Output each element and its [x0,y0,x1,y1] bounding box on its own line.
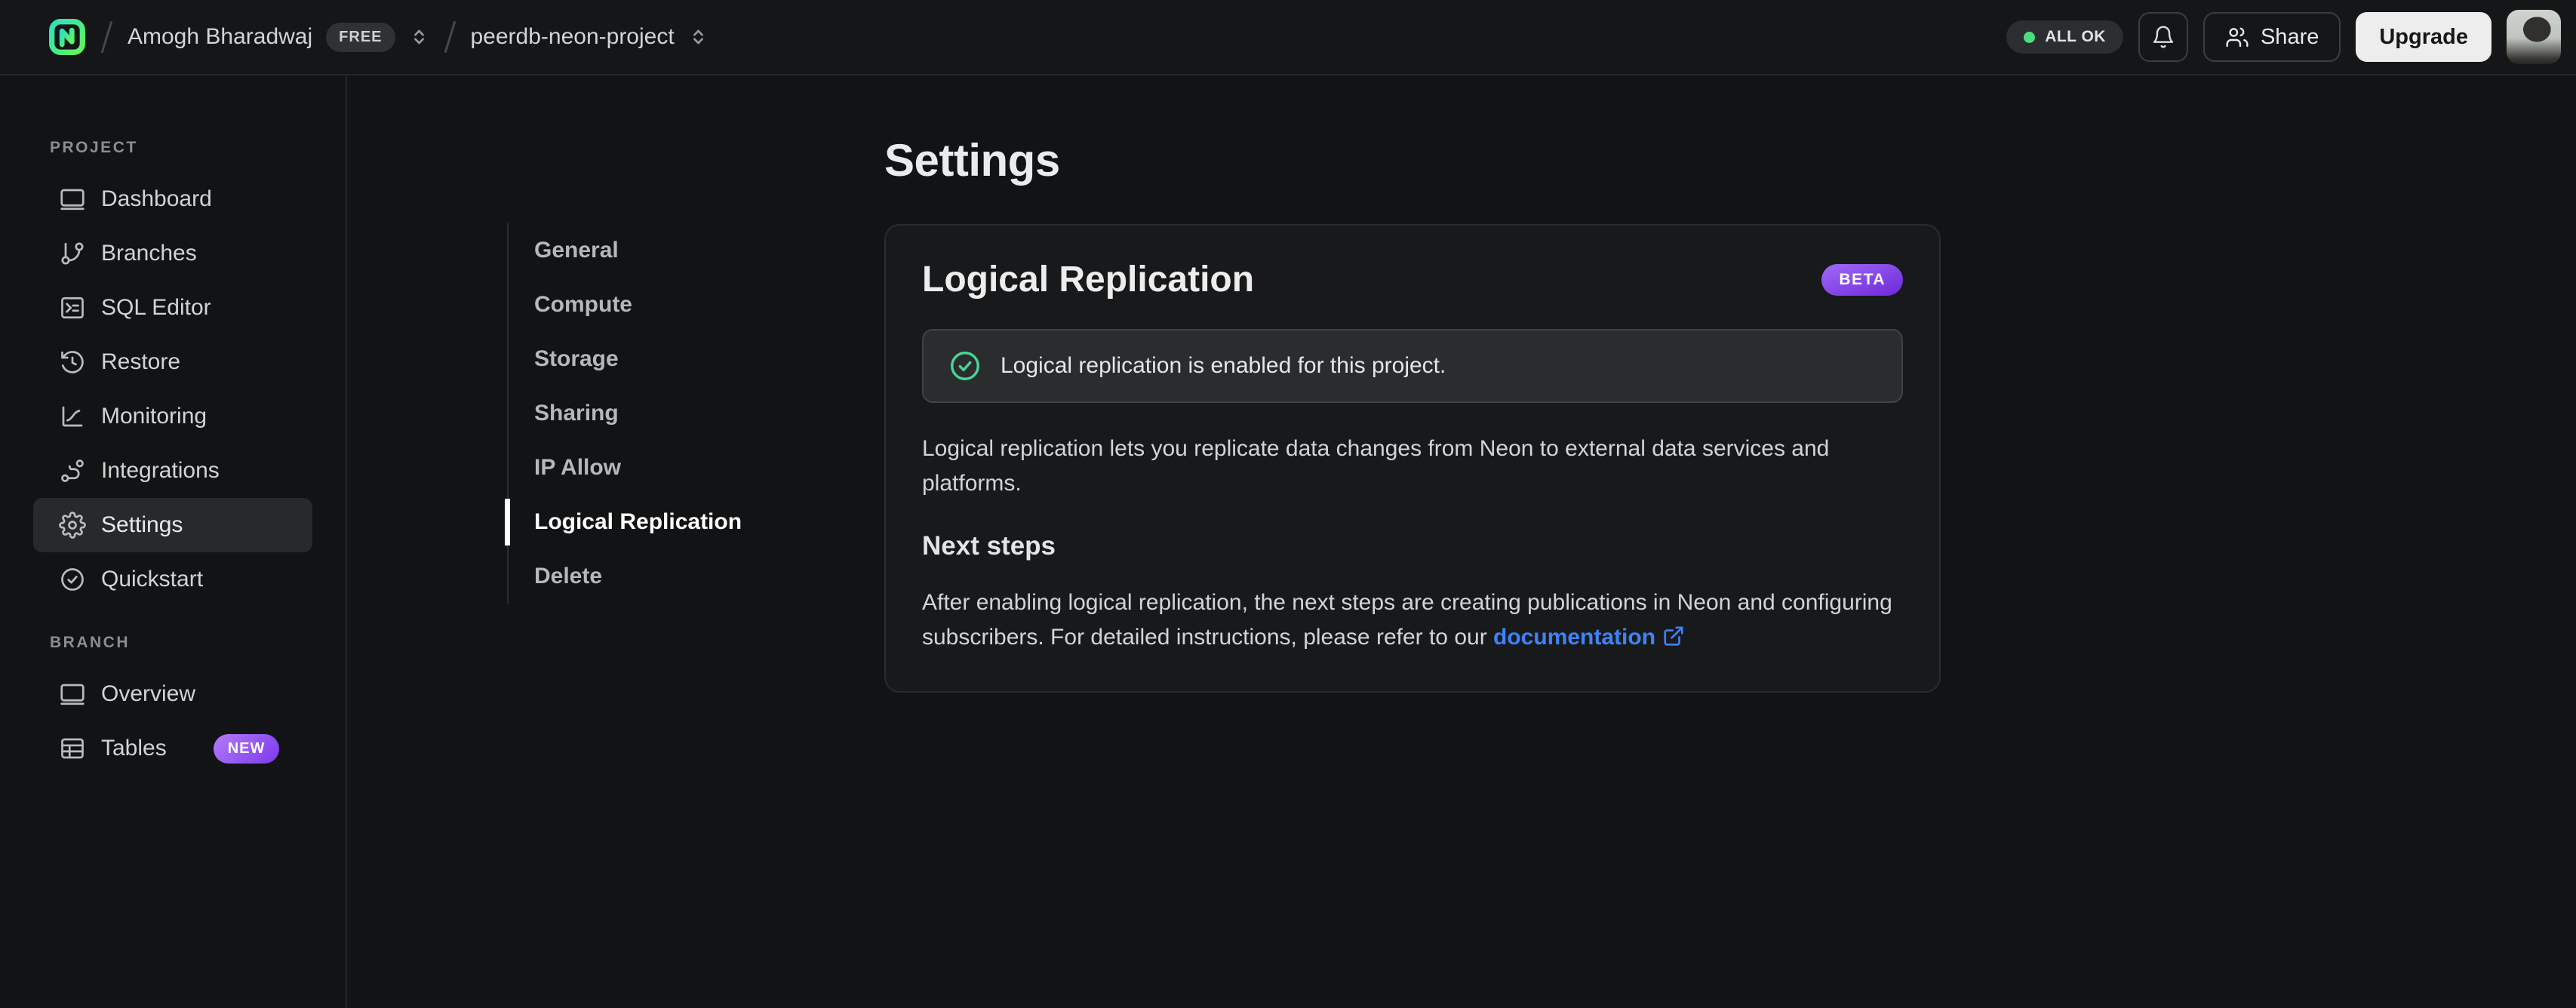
new-badge: NEW [213,733,280,764]
sidebar-item-label: Tables [101,736,167,761]
sidebar-item-restore[interactable]: Restore [33,335,312,389]
sidebar-item-integrations[interactable]: Integrations [33,444,312,498]
sidebar-section-project: PROJECT [50,139,138,156]
git-branch-icon [61,242,84,265]
org-switcher-chevrons-icon[interactable] [409,23,429,51]
settings-nav-ip-allow[interactable]: IP Allow [509,441,742,495]
settings-nav-sharing[interactable]: Sharing [509,386,742,441]
route-icon [61,459,84,482]
sidebar-item-sql-editor[interactable]: SQL Editor [33,281,312,335]
neon-logo[interactable] [48,18,86,56]
logical-replication-card: Logical Replication BETA Logical replica… [884,224,1941,693]
project-switcher-chevrons-icon[interactable] [688,23,709,51]
card-header: Logical Replication BETA [922,259,1903,300]
org-breadcrumb: Amogh Bharadwaj FREE [128,22,429,52]
main-panel: Settings Logical Replication BETA Logica… [884,134,1941,693]
next-steps-text-before: After enabling logical replication, the … [922,590,1892,650]
next-steps-text: After enabling logical replication, the … [922,585,1903,655]
description-text: Logical replication lets you replicate d… [922,436,1830,496]
plan-badge: FREE [326,22,395,52]
breadcrumb-divider [444,20,456,54]
app-shell: PROJECT Dashboard Branches SQL Editor Re… [0,75,2576,1008]
content-area: General Compute Storage Sharing IP Allow… [347,75,2576,1008]
sidebar-item-label: Overview [101,681,196,706]
history-icon [61,351,84,373]
terminal-icon [61,297,84,319]
sidebar-item-label: SQL Editor [101,295,211,320]
table-icon [61,738,84,759]
sidebar-item-settings[interactable]: Settings [33,498,312,552]
settings-nav-general[interactable]: General [509,223,742,278]
users-icon [2226,27,2249,48]
topbar-actions: ALL OK Share Upgrade [2006,10,2561,64]
external-link-icon[interactable] [1662,625,1685,647]
sidebar-item-label: Quickstart [101,567,204,592]
user-avatar[interactable] [2507,10,2561,64]
bell-icon [2153,26,2174,48]
beta-badge: BETA [1821,263,1903,296]
topbar: Amogh Bharadwaj FREE peerdb-neon-project… [0,0,2576,75]
status-dot-icon [2024,31,2036,43]
status-label: ALL OK [2045,28,2106,45]
breadcrumb-divider [100,20,113,54]
sidebar-section-branch: BRANCH [50,634,130,651]
share-button[interactable]: Share [2203,12,2341,62]
chart-icon [62,406,83,427]
breadcrumb: Amogh Bharadwaj FREE peerdb-neon-project [48,18,709,56]
share-label: Share [2260,24,2319,49]
settings-subnav: General Compute Storage Sharing IP Allow… [504,223,742,604]
window-icon [60,189,85,211]
status-badge[interactable]: ALL OK [2006,20,2123,54]
notifications-button[interactable] [2138,12,2188,62]
sidebar-item-label: Restore [101,349,181,374]
sidebar-item-label: Branches [101,241,197,266]
sidebar-item-label: Monitoring [101,404,207,429]
sidebar-item-label: Dashboard [101,186,212,211]
project-breadcrumb: peerdb-neon-project [471,23,709,51]
sidebar-item-overview[interactable]: Overview [33,667,312,721]
documentation-link[interactable]: documentation [1493,625,1655,650]
check-circle-icon [61,568,84,591]
sidebar-item-branches[interactable]: Branches [33,226,312,281]
window-icon [60,684,85,705]
gear-icon [59,512,86,539]
sidebar-item-tables[interactable]: Tables NEW [33,721,312,776]
settings-nav-storage[interactable]: Storage [509,332,742,386]
card-title: Logical Replication [922,260,1255,300]
alert-text: Logical replication is enabled for this … [1001,353,1446,378]
settings-nav-compute[interactable]: Compute [509,278,742,332]
sidebar-item-quickstart[interactable]: Quickstart [33,552,312,607]
org-name[interactable]: Amogh Bharadwaj [128,24,312,50]
sidebar: PROJECT Dashboard Branches SQL Editor Re… [0,75,347,1008]
next-steps-heading: Next steps [922,531,1056,561]
project-name[interactable]: peerdb-neon-project [471,24,675,50]
upgrade-button[interactable]: Upgrade [2356,12,2491,62]
sidebar-item-dashboard[interactable]: Dashboard [33,172,312,226]
settings-nav-logical-replication[interactable]: Logical Replication [504,495,742,549]
sidebar-item-label: Settings [101,512,183,537]
success-alert: Logical replication is enabled for this … [922,329,1903,403]
page-title: Settings [884,135,1060,186]
sidebar-item-monitoring[interactable]: Monitoring [33,389,312,444]
check-circle-icon [951,352,979,380]
settings-nav-delete[interactable]: Delete [509,549,742,604]
sidebar-item-label: Integrations [101,458,220,483]
